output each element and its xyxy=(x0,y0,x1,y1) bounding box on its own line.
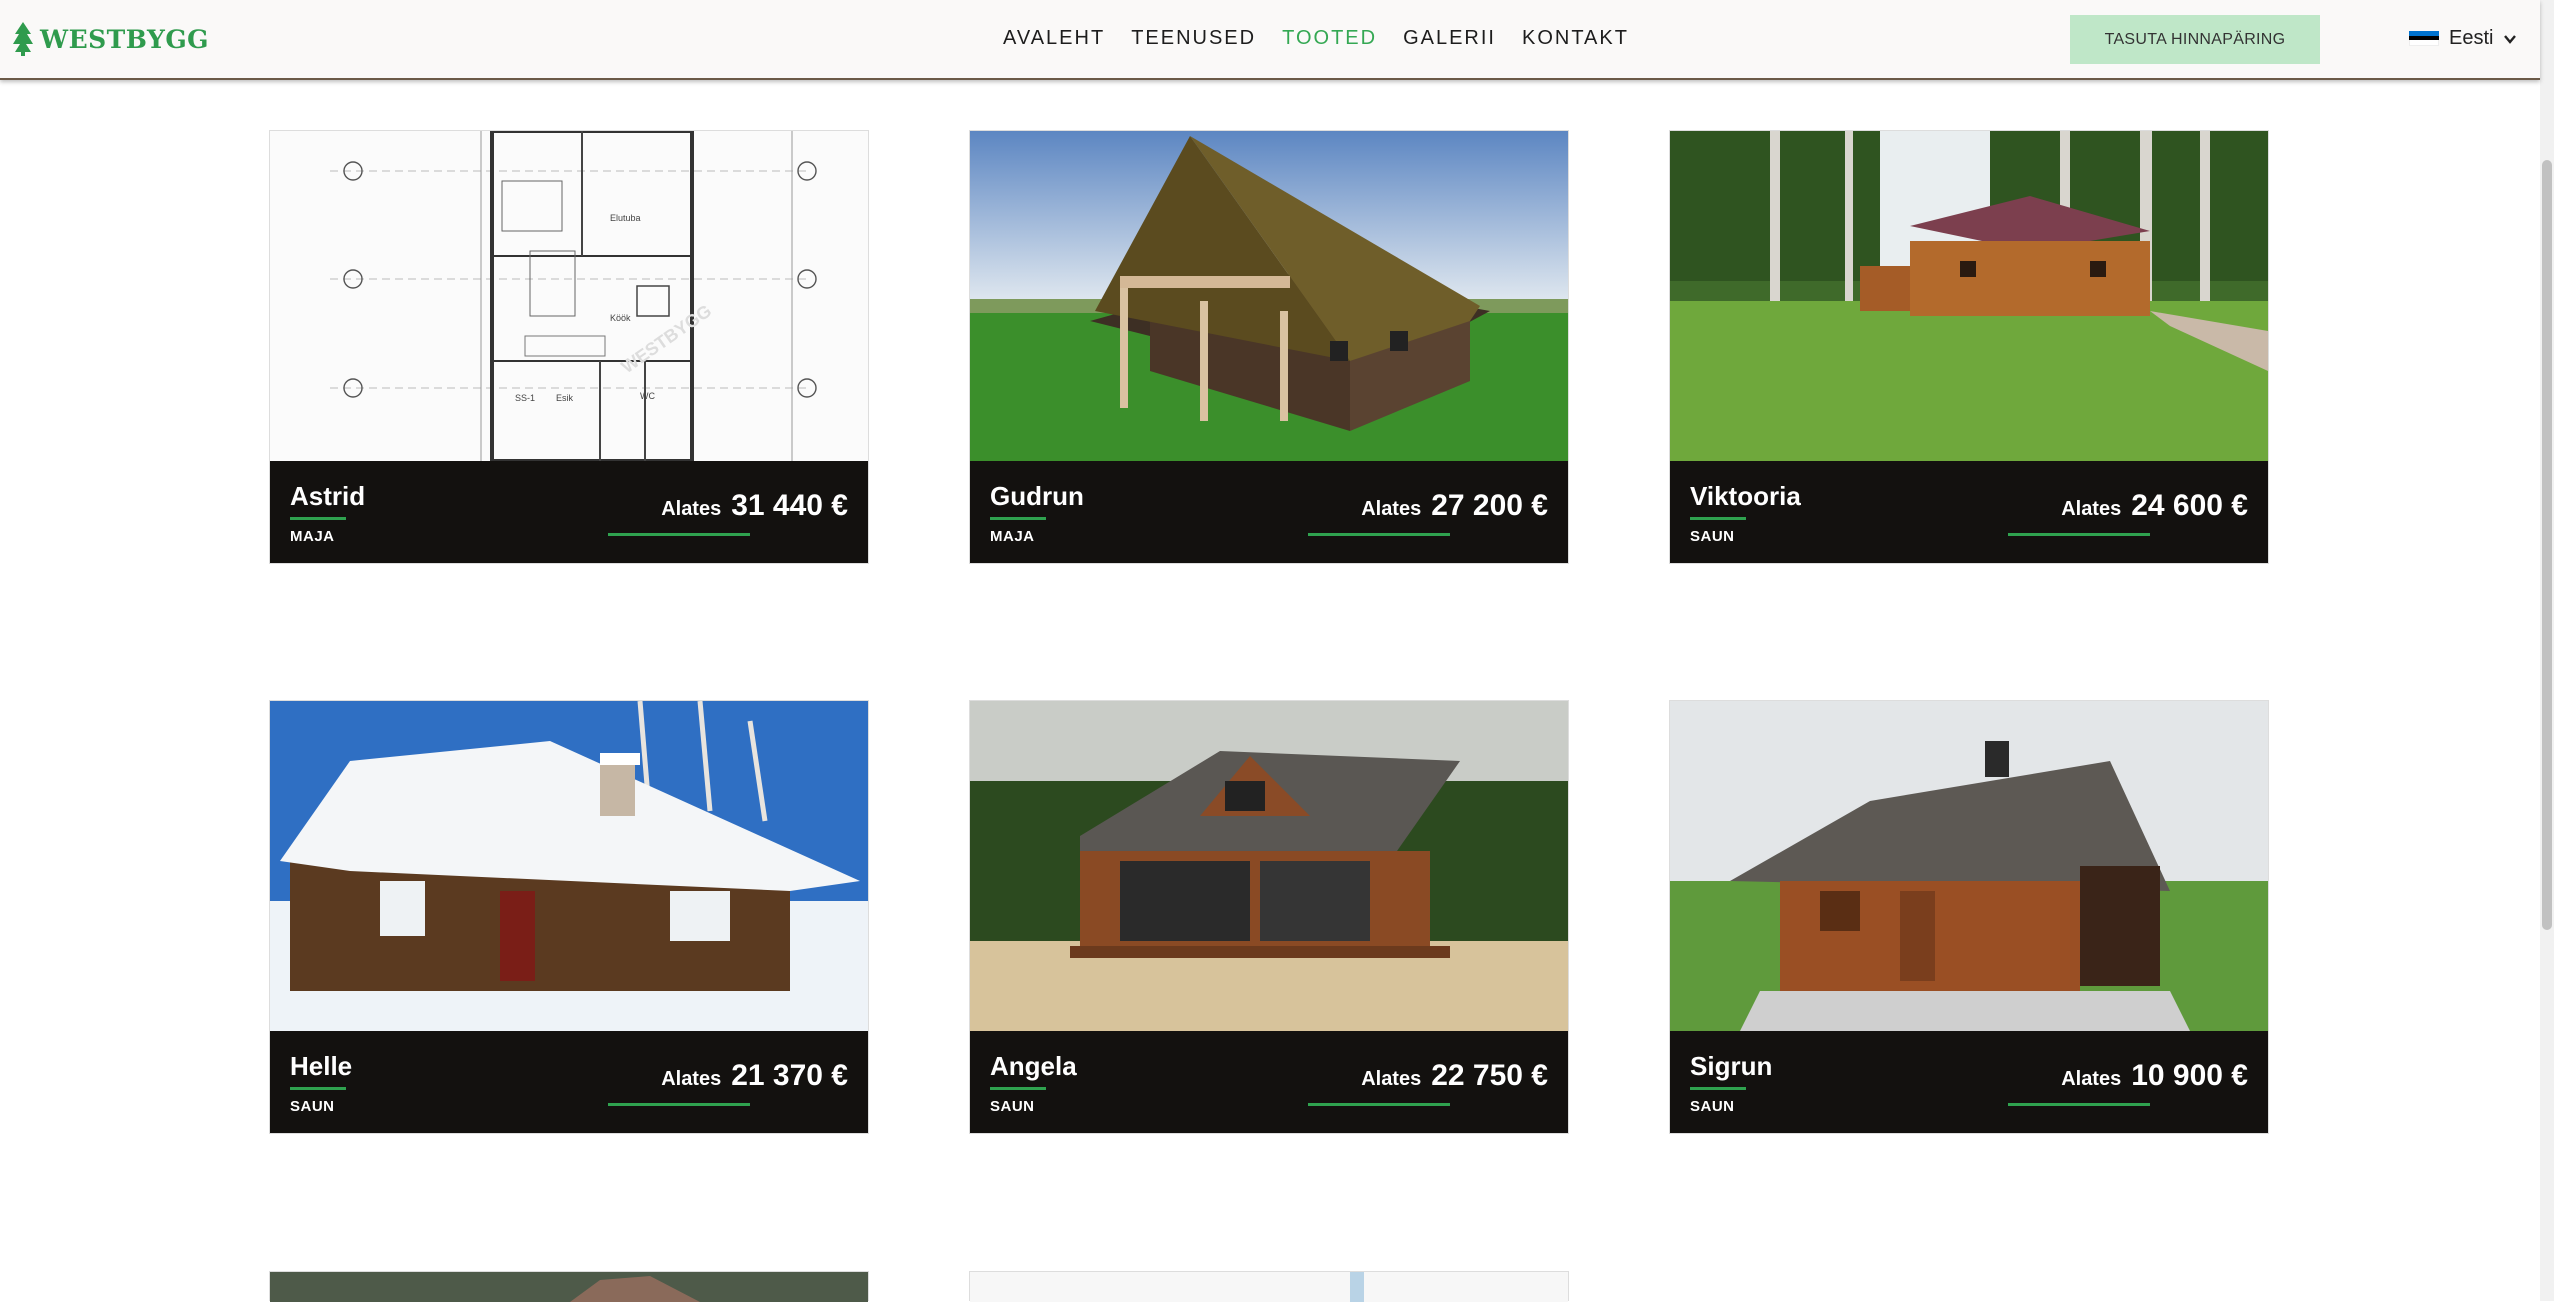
product-price: Alates 10 900 € xyxy=(2061,1059,2248,1093)
product-card-astrid[interactable]: WESTBYGG Elutuba Köök SS-1 Esik WC Astri… xyxy=(269,130,869,564)
product-card-sigrun[interactable]: Sigrun SAUN Alates 10 900 € xyxy=(1669,700,2269,1134)
product-type: SAUN xyxy=(290,1098,335,1115)
product-name[interactable]: Gudrun xyxy=(990,481,1084,512)
product-name[interactable]: Sigrun xyxy=(1690,1051,1772,1082)
product-caption: Angela SAUN Alates 22 750 € xyxy=(970,1031,1568,1133)
price-prefix: Alates xyxy=(661,1068,722,1090)
price-prefix: Alates xyxy=(1361,1068,1422,1090)
price-amount: 10 900 € xyxy=(2131,1059,2248,1092)
svg-text:Elutuba: Elutuba xyxy=(610,213,641,223)
svg-text:WC: WC xyxy=(640,391,655,401)
product-caption: Astrid MAJA Alates 31 440 € xyxy=(270,461,868,563)
price-underline xyxy=(608,533,750,536)
product-price: Alates 24 600 € xyxy=(2061,489,2248,523)
price-underline xyxy=(1308,533,1450,536)
svg-text:SS-1: SS-1 xyxy=(515,393,535,403)
nav-kontakt[interactable]: KONTAKT xyxy=(1522,27,1629,50)
product-card-viktooria[interactable]: Viktooria SAUN Alates 24 600 € xyxy=(1669,130,2269,564)
price-underline xyxy=(2008,533,2150,536)
product-price: Alates 27 200 € xyxy=(1361,489,1548,523)
product-price: Alates 22 750 € xyxy=(1361,1059,1548,1093)
price-amount: 27 200 € xyxy=(1431,489,1548,522)
svg-text:Köök: Köök xyxy=(610,313,631,323)
price-prefix: Alates xyxy=(661,498,722,520)
product-caption: Sigrun SAUN Alates 10 900 € xyxy=(1670,1031,2268,1133)
product-price: Alates 31 440 € xyxy=(661,489,848,523)
price-amount: 24 600 € xyxy=(2131,489,2248,522)
main-nav: AVALEHT TEENUSED TOOTED GALERII KONTAKT xyxy=(1003,27,1655,50)
product-name[interactable]: Astrid xyxy=(290,481,365,512)
product-image-partial xyxy=(270,1272,868,1302)
product-image-sauna xyxy=(1670,701,2268,1031)
price-underline xyxy=(608,1103,750,1106)
product-caption: Helle SAUN Alates 21 370 € xyxy=(270,1031,868,1133)
product-card-partial[interactable] xyxy=(269,1271,869,1302)
product-type: SAUN xyxy=(1690,1098,1735,1115)
nav-avaleht[interactable]: AVALEHT xyxy=(1003,27,1105,50)
scrollbar-thumb[interactable] xyxy=(2542,160,2552,930)
svg-text:Esik: Esik xyxy=(556,393,574,403)
product-name[interactable]: Viktooria xyxy=(1690,481,1801,512)
product-name[interactable]: Helle xyxy=(290,1051,352,1082)
product-card-partial[interactable] xyxy=(969,1271,1569,1302)
price-prefix: Alates xyxy=(2061,498,2122,520)
price-amount: 31 440 € xyxy=(731,489,848,522)
product-image-house xyxy=(970,701,1568,1031)
product-image-snow-cabin xyxy=(270,701,868,1031)
product-image-floorplan: WESTBYGG Elutuba Köök SS-1 Esik WC xyxy=(270,131,868,461)
tree-logo-icon xyxy=(13,22,33,56)
product-caption: Gudrun MAJA Alates 27 200 € xyxy=(970,461,1568,563)
product-price: Alates 21 370 € xyxy=(661,1059,848,1093)
price-prefix: Alates xyxy=(1361,498,1422,520)
nav-tooted[interactable]: TOOTED xyxy=(1282,27,1377,50)
product-card-helle[interactable]: Helle SAUN Alates 21 370 € xyxy=(269,700,869,1134)
name-underline xyxy=(1690,517,1746,520)
estonian-flag-icon xyxy=(2409,31,2439,47)
price-amount: 22 750 € xyxy=(1431,1059,1548,1092)
price-prefix: Alates xyxy=(2061,1068,2122,1090)
product-card-gudrun[interactable]: Gudrun MAJA Alates 27 200 € xyxy=(969,130,1569,564)
nav-galerii[interactable]: GALERII xyxy=(1403,27,1496,50)
price-underline xyxy=(1308,1103,1450,1106)
name-underline xyxy=(1690,1087,1746,1090)
free-quote-button[interactable]: TASUTA HINNAPÄRING xyxy=(2070,15,2320,64)
product-caption: Viktooria SAUN Alates 24 600 € xyxy=(1670,461,2268,563)
nav-teenused[interactable]: TEENUSED xyxy=(1131,27,1256,50)
chevron-down-icon xyxy=(2504,34,2517,44)
product-type: MAJA xyxy=(290,528,335,545)
product-name[interactable]: Angela xyxy=(990,1051,1077,1082)
product-card-angela[interactable]: Angela SAUN Alates 22 750 € xyxy=(969,700,1569,1134)
price-amount: 21 370 € xyxy=(731,1059,848,1092)
product-image-cabin xyxy=(1670,131,2268,461)
product-image-render xyxy=(970,131,1568,461)
name-underline xyxy=(290,517,346,520)
product-image-partial xyxy=(970,1272,1568,1302)
name-underline xyxy=(990,517,1046,520)
product-type: SAUN xyxy=(1690,528,1735,545)
product-type: SAUN xyxy=(990,1098,1035,1115)
name-underline xyxy=(290,1087,346,1090)
language-label: Eesti xyxy=(2449,27,2494,49)
logo-text: WESTBYGG xyxy=(40,24,210,54)
price-underline xyxy=(2008,1103,2150,1106)
name-underline xyxy=(990,1087,1046,1090)
logo[interactable]: WESTBYGG xyxy=(12,22,209,56)
site-header: WESTBYGG AVALEHT TEENUSED TOOTED GALERII… xyxy=(0,0,2540,80)
product-type: MAJA xyxy=(990,528,1035,545)
language-selector[interactable]: Eesti xyxy=(2409,27,2517,50)
